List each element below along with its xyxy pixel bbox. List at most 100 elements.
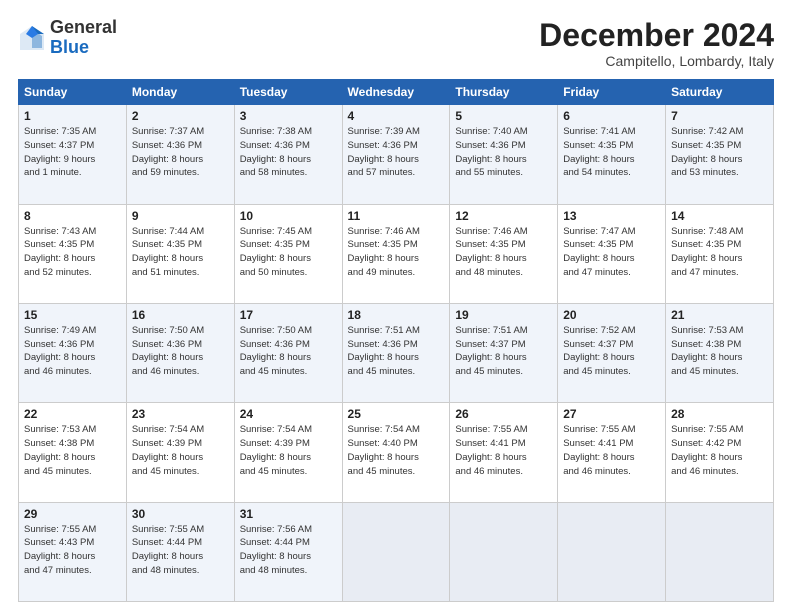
day-info: Sunrise: 7:54 AM Sunset: 4:40 PM Dayligh…: [348, 423, 445, 478]
day-info: Sunrise: 7:51 AM Sunset: 4:37 PM Dayligh…: [455, 324, 552, 379]
day-info: Sunrise: 7:55 AM Sunset: 4:43 PM Dayligh…: [24, 523, 121, 578]
day-info: Sunrise: 7:55 AM Sunset: 4:44 PM Dayligh…: [132, 523, 229, 578]
col-wednesday: Wednesday: [342, 80, 450, 105]
day-number: 31: [240, 507, 337, 521]
day-info: Sunrise: 7:45 AM Sunset: 4:35 PM Dayligh…: [240, 225, 337, 280]
day-info: Sunrise: 7:53 AM Sunset: 4:38 PM Dayligh…: [671, 324, 768, 379]
calendar-week-1: 1 Sunrise: 7:35 AM Sunset: 4:37 PM Daylig…: [19, 105, 774, 204]
table-row: 28Sunrise: 7:55 AM Sunset: 4:42 PM Dayli…: [666, 403, 774, 502]
calendar-week-3: 15 Sunrise: 7:49 AM Sunset: 4:36 PM Dayli…: [19, 303, 774, 402]
title-block: December 2024 Campitello, Lombardy, Ital…: [539, 18, 774, 69]
day-info: Sunrise: 7:50 AM Sunset: 4:36 PM Dayligh…: [240, 324, 337, 379]
col-thursday: Thursday: [450, 80, 558, 105]
calendar: Sunday Monday Tuesday Wednesday Thursday…: [18, 79, 774, 602]
table-row: 11Sunrise: 7:46 AM Sunset: 4:35 PM Dayli…: [342, 204, 450, 303]
col-tuesday: Tuesday: [234, 80, 342, 105]
table-row: 8Sunrise: 7:43 AM Sunset: 4:35 PM Daylig…: [19, 204, 127, 303]
table-row: 27 Sunrise: 7:55 AM Sunset: 4:41 PM Dayli…: [558, 403, 666, 502]
table-row: 23 Sunrise: 7:54 AM Sunset: 4:39 PM Dayli…: [126, 403, 234, 502]
day-info: Sunrise: 7:50 AM Sunset: 4:36 PM Dayligh…: [132, 324, 229, 379]
day-info: Sunrise: 7:38 AM Sunset: 4:36 PM Dayligh…: [240, 125, 337, 180]
table-row: 18Sunrise: 7:51 AM Sunset: 4:36 PM Dayli…: [342, 303, 450, 402]
day-number: 9: [132, 209, 229, 223]
logo: General Blue: [18, 18, 117, 58]
day-info: Sunrise: 7:43 AM Sunset: 4:35 PM Dayligh…: [24, 225, 121, 280]
day-number: 15: [24, 308, 121, 322]
table-row: 24 Sunrise: 7:54 AM Sunset: 4:39 PM Dayli…: [234, 403, 342, 502]
table-row: 13 Sunrise: 7:47 AM Sunset: 4:35 PM Dayli…: [558, 204, 666, 303]
table-row: 15 Sunrise: 7:49 AM Sunset: 4:36 PM Dayli…: [19, 303, 127, 402]
logo-text: General Blue: [50, 18, 117, 58]
day-info: Sunrise: 7:52 AM Sunset: 4:37 PM Dayligh…: [563, 324, 660, 379]
table-row: 16 Sunrise: 7:50 AM Sunset: 4:36 PM Dayli…: [126, 303, 234, 402]
page: General Blue December 2024 Campitello, L…: [0, 0, 792, 612]
day-info: Sunrise: 7:35 AM Sunset: 4:37 PM Dayligh…: [24, 125, 121, 180]
day-number: 14: [671, 209, 768, 223]
col-saturday: Saturday: [666, 80, 774, 105]
calendar-week-2: 8Sunrise: 7:43 AM Sunset: 4:35 PM Daylig…: [19, 204, 774, 303]
table-row: 4Sunrise: 7:39 AM Sunset: 4:36 PM Daylig…: [342, 105, 450, 204]
table-row: 5Sunrise: 7:40 AM Sunset: 4:36 PM Daylig…: [450, 105, 558, 204]
table-row: 6 Sunrise: 7:41 AM Sunset: 4:35 PM Daylig…: [558, 105, 666, 204]
day-info: Sunrise: 7:48 AM Sunset: 4:35 PM Dayligh…: [671, 225, 768, 280]
calendar-week-5: 29 Sunrise: 7:55 AM Sunset: 4:43 PM Dayli…: [19, 502, 774, 601]
table-row: 29 Sunrise: 7:55 AM Sunset: 4:43 PM Dayli…: [19, 502, 127, 601]
day-number: 27: [563, 407, 660, 421]
day-number: 23: [132, 407, 229, 421]
table-row: [342, 502, 450, 601]
col-sunday: Sunday: [19, 80, 127, 105]
day-info: Sunrise: 7:46 AM Sunset: 4:35 PM Dayligh…: [455, 225, 552, 280]
table-row: 19Sunrise: 7:51 AM Sunset: 4:37 PM Dayli…: [450, 303, 558, 402]
table-row: 22 Sunrise: 7:53 AM Sunset: 4:38 PM Dayli…: [19, 403, 127, 502]
header: General Blue December 2024 Campitello, L…: [18, 18, 774, 69]
day-info: Sunrise: 7:49 AM Sunset: 4:36 PM Dayligh…: [24, 324, 121, 379]
day-info: Sunrise: 7:44 AM Sunset: 4:35 PM Dayligh…: [132, 225, 229, 280]
day-number: 10: [240, 209, 337, 223]
title-month: December 2024: [539, 18, 774, 53]
day-number: 28: [671, 407, 768, 421]
day-info: Sunrise: 7:46 AM Sunset: 4:35 PM Dayligh…: [348, 225, 445, 280]
day-number: 12: [455, 209, 552, 223]
day-info: Sunrise: 7:55 AM Sunset: 4:41 PM Dayligh…: [563, 423, 660, 478]
table-row: [666, 502, 774, 601]
day-number: 25: [348, 407, 445, 421]
table-row: 10 Sunrise: 7:45 AM Sunset: 4:35 PM Dayli…: [234, 204, 342, 303]
day-number: 26: [455, 407, 552, 421]
day-info: Sunrise: 7:53 AM Sunset: 4:38 PM Dayligh…: [24, 423, 121, 478]
table-row: 25 Sunrise: 7:54 AM Sunset: 4:40 PM Dayli…: [342, 403, 450, 502]
day-info: Sunrise: 7:47 AM Sunset: 4:35 PM Dayligh…: [563, 225, 660, 280]
table-row: 20 Sunrise: 7:52 AM Sunset: 4:37 PM Dayli…: [558, 303, 666, 402]
day-info: Sunrise: 7:37 AM Sunset: 4:36 PM Dayligh…: [132, 125, 229, 180]
day-number: 30: [132, 507, 229, 521]
day-number: 5: [455, 109, 552, 123]
logo-general: General: [50, 17, 117, 37]
day-number: 6: [563, 109, 660, 123]
table-row: 26Sunrise: 7:55 AM Sunset: 4:41 PM Dayli…: [450, 403, 558, 502]
table-row: 21Sunrise: 7:53 AM Sunset: 4:38 PM Dayli…: [666, 303, 774, 402]
day-number: 24: [240, 407, 337, 421]
day-number: 7: [671, 109, 768, 123]
title-location: Campitello, Lombardy, Italy: [539, 53, 774, 69]
day-number: 29: [24, 507, 121, 521]
col-monday: Monday: [126, 80, 234, 105]
day-number: 22: [24, 407, 121, 421]
day-number: 1: [24, 109, 121, 123]
day-info: Sunrise: 7:51 AM Sunset: 4:36 PM Dayligh…: [348, 324, 445, 379]
day-number: 2: [132, 109, 229, 123]
day-number: 13: [563, 209, 660, 223]
table-row: 17Sunrise: 7:50 AM Sunset: 4:36 PM Dayli…: [234, 303, 342, 402]
day-number: 16: [132, 308, 229, 322]
day-info: Sunrise: 7:42 AM Sunset: 4:35 PM Dayligh…: [671, 125, 768, 180]
calendar-week-4: 22 Sunrise: 7:53 AM Sunset: 4:38 PM Dayli…: [19, 403, 774, 502]
table-row: 30 Sunrise: 7:55 AM Sunset: 4:44 PM Dayli…: [126, 502, 234, 601]
col-friday: Friday: [558, 80, 666, 105]
table-row: 14 Sunrise: 7:48 AM Sunset: 4:35 PM Dayli…: [666, 204, 774, 303]
table-row: 31Sunrise: 7:56 AM Sunset: 4:44 PM Dayli…: [234, 502, 342, 601]
day-info: Sunrise: 7:41 AM Sunset: 4:35 PM Dayligh…: [563, 125, 660, 180]
day-number: 3: [240, 109, 337, 123]
logo-icon: [18, 24, 46, 52]
day-info: Sunrise: 7:54 AM Sunset: 4:39 PM Dayligh…: [240, 423, 337, 478]
day-number: 20: [563, 308, 660, 322]
day-info: Sunrise: 7:54 AM Sunset: 4:39 PM Dayligh…: [132, 423, 229, 478]
table-row: 3 Sunrise: 7:38 AM Sunset: 4:36 PM Daylig…: [234, 105, 342, 204]
